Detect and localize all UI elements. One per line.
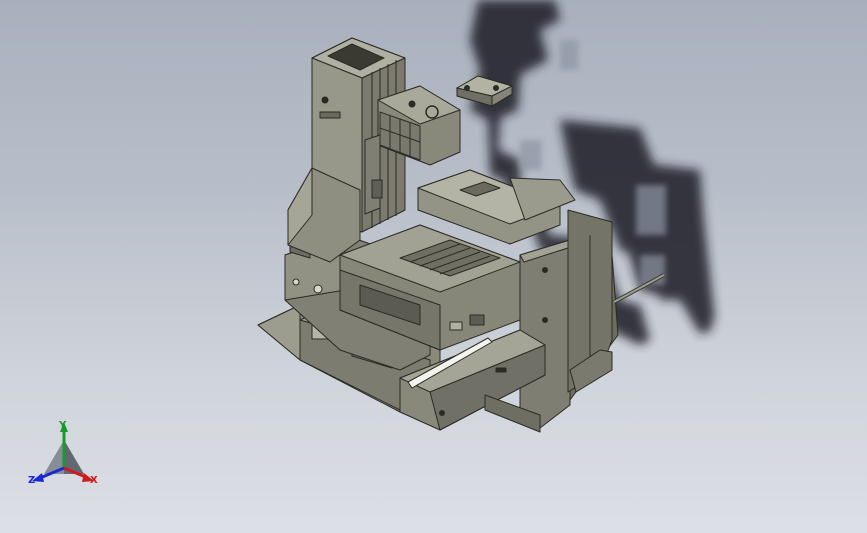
y-axis-label: Y xyxy=(59,420,67,431)
x-axis-label: X xyxy=(90,475,98,486)
3d-viewport[interactable]: X Y Z xyxy=(0,0,867,533)
z-axis-label: Z xyxy=(28,475,36,486)
triad-graphic xyxy=(32,422,94,482)
cnc-machine-model[interactable] xyxy=(0,0,867,533)
orientation-triad[interactable]: X Y Z xyxy=(22,418,112,498)
